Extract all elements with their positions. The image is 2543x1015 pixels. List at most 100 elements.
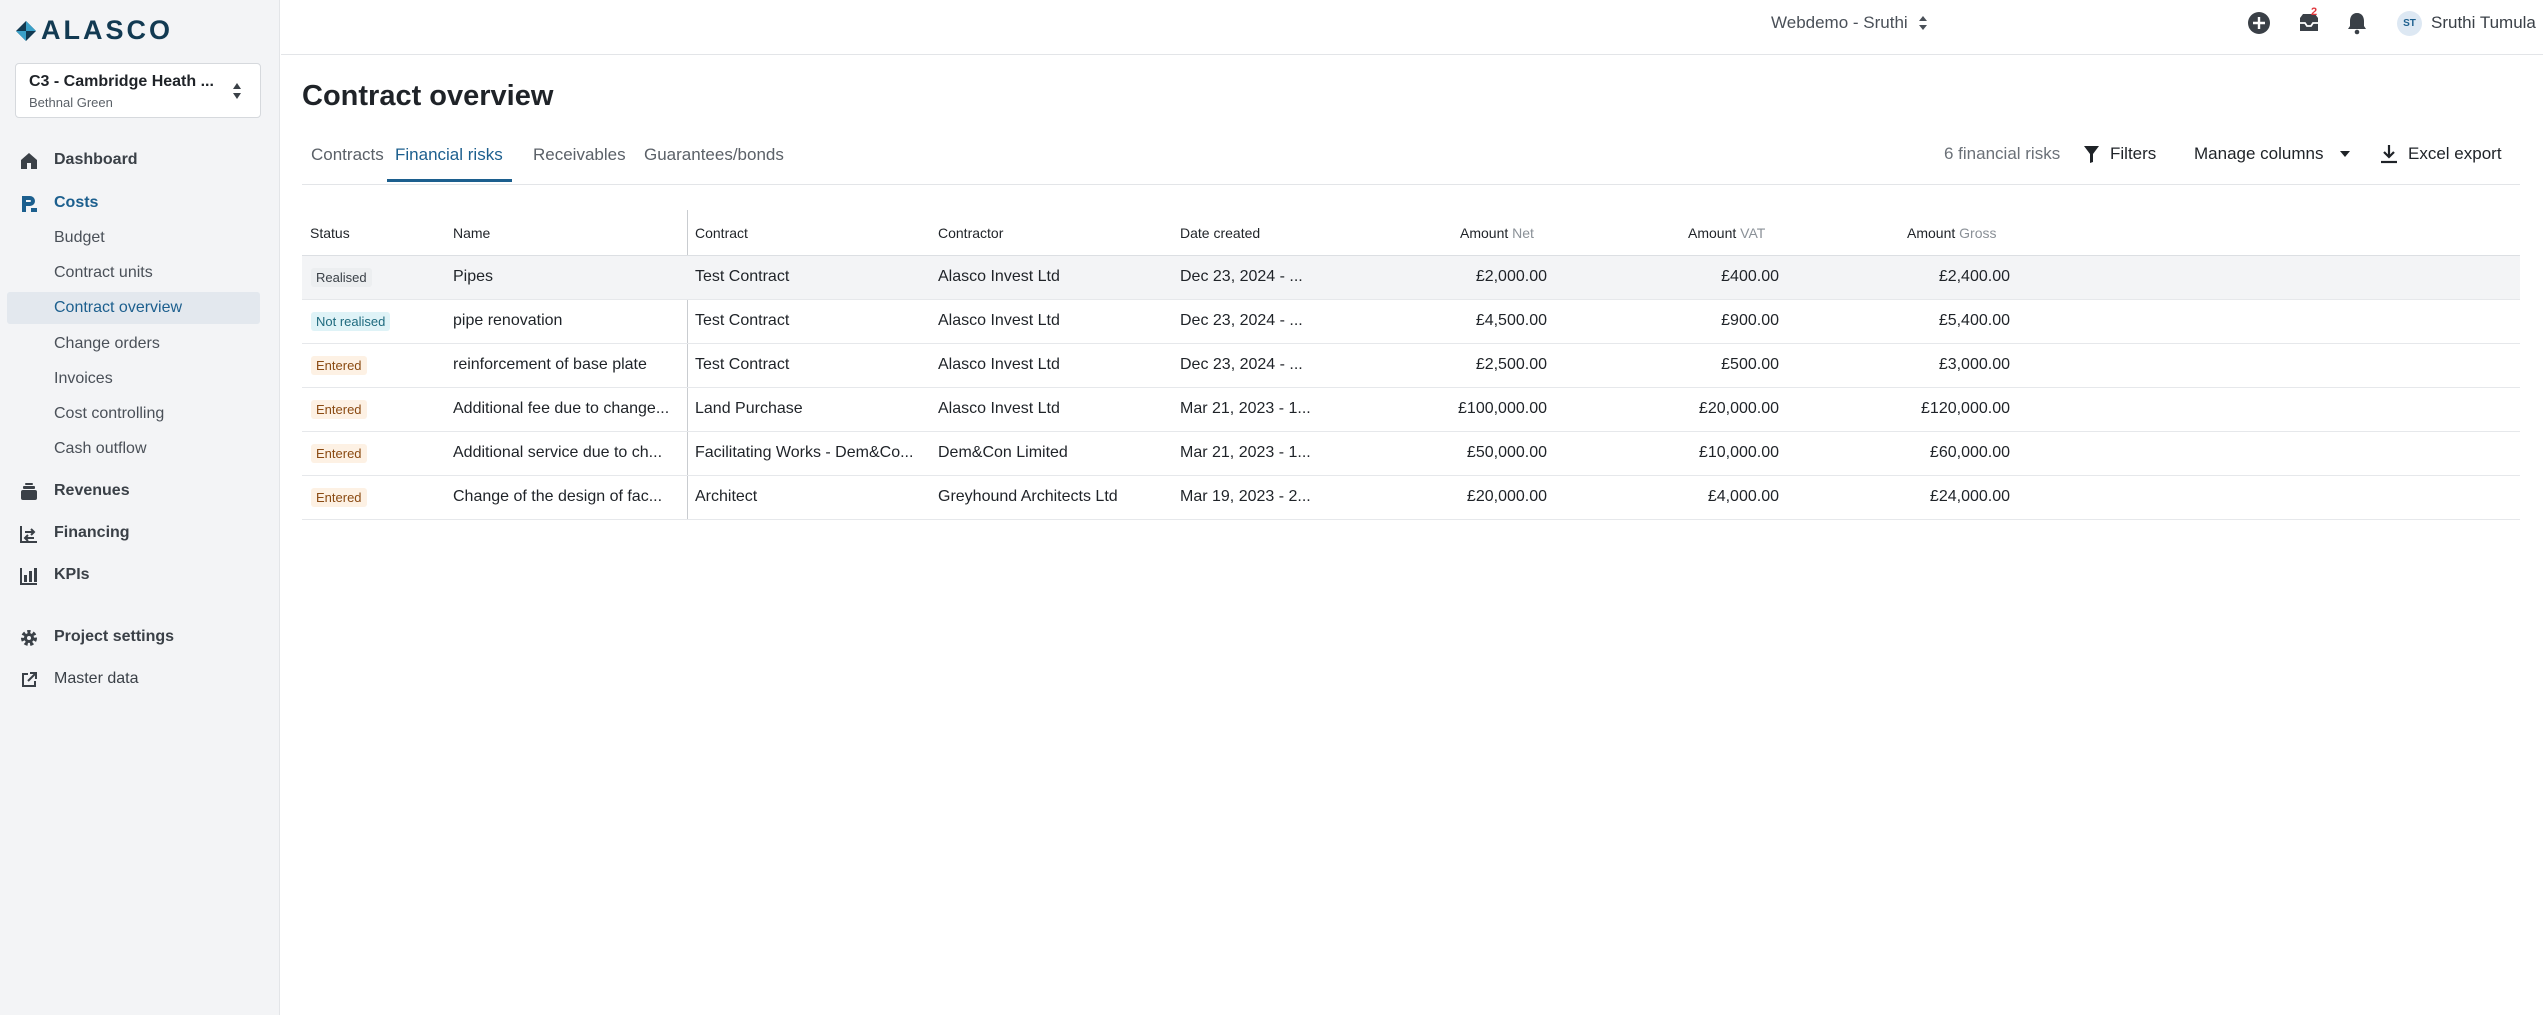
nav-kpis-label: KPIs xyxy=(54,566,90,583)
header-date-created[interactable]: Date created xyxy=(1180,225,1260,241)
amount-net-cell: £2,500.00 xyxy=(1475,356,1547,373)
add-circle-icon[interactable] xyxy=(2246,10,2272,36)
table-row[interactable]: Entered Change of the design of fac... A… xyxy=(302,476,2520,520)
tab-guarantees-bonds[interactable]: Guarantees/bonds xyxy=(644,145,784,179)
date-created-cell: Dec 23, 2024 - ... xyxy=(1180,356,1303,373)
contractor-cell: Alasco Invest Ltd xyxy=(938,268,1060,285)
amount-net-cell: £2,000.00 xyxy=(1475,268,1547,285)
header-amount-vat[interactable]: Amount VAT xyxy=(1688,225,1765,241)
nav-project-settings-label: Project settings xyxy=(54,628,175,645)
project-name: C3 - Cambridge Heath ... xyxy=(29,73,214,90)
header-amount-vat-unit: VAT xyxy=(1740,225,1766,241)
filter-icon xyxy=(2084,145,2099,163)
manage-columns-label: Manage columns xyxy=(2194,144,2324,163)
nav-budget[interactable]: Budget xyxy=(7,222,260,254)
nav-costs-label: Costs xyxy=(54,194,99,211)
amount-net-cell: £50,000.00 xyxy=(1466,444,1547,461)
nav-kpis[interactable]: KPIs xyxy=(0,558,280,592)
workspace-selector[interactable]: Webdemo - Sruthi xyxy=(1771,13,1928,33)
header-status[interactable]: Status xyxy=(310,225,350,241)
risk-name: Change of the design of fac... xyxy=(453,488,663,505)
risk-name: reinforcement of base plate xyxy=(453,356,647,373)
tab-contracts[interactable]: Contracts xyxy=(311,145,384,179)
nav-cash-outflow[interactable]: Cash outflow xyxy=(7,433,260,465)
inbox-icon[interactable] xyxy=(2296,10,2322,36)
amount-vat-cell: £4,000.00 xyxy=(1707,488,1779,505)
download-icon xyxy=(2381,145,2397,164)
amount-gross-cell: £2,400.00 xyxy=(1938,268,2010,285)
page-title: Contract overview xyxy=(302,80,554,112)
filters-label: Filters xyxy=(2110,144,2157,163)
nav-cost-controlling[interactable]: Cost controlling xyxy=(7,398,260,430)
date-created-cell: Dec 23, 2024 - ... xyxy=(1180,312,1303,329)
amount-gross-cell: £3,000.00 xyxy=(1938,356,2010,373)
status-badge: Entered xyxy=(311,356,367,375)
contractor-cell: Dem&Con Limited xyxy=(938,444,1068,461)
table-row[interactable]: Entered Additional fee due to change... … xyxy=(302,388,2520,432)
avatar[interactable]: ST xyxy=(2397,11,2422,36)
tab-financial-risks[interactable]: Financial risks xyxy=(387,145,512,182)
header-contract[interactable]: Contract xyxy=(695,225,748,241)
filters-button[interactable]: Filters xyxy=(2083,141,2156,167)
bell-icon[interactable] xyxy=(2344,10,2370,36)
nav-invoices[interactable]: Invoices xyxy=(7,363,260,395)
sidebar: ALASCO C3 - Cambridge Heath ... Bethnal … xyxy=(0,0,280,1015)
table-row[interactable]: Realised Pipes Test Contract Alasco Inve… xyxy=(302,256,2520,300)
contractor-cell: Alasco Invest Ltd xyxy=(938,312,1060,329)
table-row[interactable]: Entered reinforcement of base plate Test… xyxy=(302,344,2520,388)
nav-master-data[interactable]: Master data xyxy=(0,662,280,696)
nav-contract-units[interactable]: Contract units xyxy=(7,257,260,289)
tab-bar: Contracts Financial risks Receivables Gu… xyxy=(302,137,2520,185)
nav-financing-label: Financing xyxy=(54,524,130,541)
header-contractor[interactable]: Contractor xyxy=(938,225,1003,241)
nav-budget-label: Budget xyxy=(54,229,105,246)
financing-icon xyxy=(20,526,37,543)
nav-dashboard[interactable]: Dashboard xyxy=(0,143,280,177)
table-row[interactable]: Not realised pipe renovation Test Contra… xyxy=(302,300,2520,344)
excel-export-label: Excel export xyxy=(2408,144,2502,163)
costs-icon xyxy=(22,196,37,212)
header-amount-gross-unit: Gross xyxy=(1959,225,1997,241)
date-created-cell: Mar 21, 2023 - 1... xyxy=(1180,444,1311,461)
manage-columns-button[interactable]: Manage columns xyxy=(2194,141,2351,167)
amount-gross-cell: £5,400.00 xyxy=(1938,312,2010,329)
status-badge: Entered xyxy=(311,488,367,507)
topbar xyxy=(281,0,2543,55)
excel-export-button[interactable]: Excel export xyxy=(2380,141,2502,167)
date-created-cell: Mar 21, 2023 - 1... xyxy=(1180,400,1311,417)
header-amount-net[interactable]: Amount Net xyxy=(1460,225,1534,241)
amount-net-cell: £100,000.00 xyxy=(1458,400,1547,417)
date-created-cell: Mar 19, 2023 - 2... xyxy=(1180,488,1311,505)
nav-change-orders[interactable]: Change orders xyxy=(7,328,260,360)
nav-contract-overview-label: Contract overview xyxy=(54,299,183,316)
status-badge: Realised xyxy=(311,268,372,287)
header-amount-net-unit: Net xyxy=(1512,225,1534,241)
contract-cell: Test Contract xyxy=(695,356,790,373)
nav-financing[interactable]: Financing xyxy=(0,516,280,550)
nav-contract-overview[interactable]: Contract overview xyxy=(7,292,260,324)
risk-name: Pipes xyxy=(453,268,494,285)
header-name[interactable]: Name xyxy=(453,225,490,241)
header-amount-gross[interactable]: Amount Gross xyxy=(1907,225,1996,241)
tab-receivables[interactable]: Receivables xyxy=(533,145,626,179)
nav-revenues[interactable]: Revenues xyxy=(0,474,280,508)
contractor-cell: Alasco Invest Ltd xyxy=(938,356,1060,373)
nav-project-settings[interactable]: Project settings xyxy=(0,620,280,654)
status-badge: Entered xyxy=(311,444,367,463)
user-name[interactable]: Sruthi Tumula xyxy=(2431,13,2536,33)
table-row[interactable]: Entered Additional service due to ch... … xyxy=(302,432,2520,476)
header-amount-vat-label: Amount xyxy=(1688,225,1737,241)
header-amount-gross-label: Amount xyxy=(1907,225,1956,241)
alasco-logo[interactable]: ALASCO xyxy=(15,17,173,44)
amount-vat-cell: £500.00 xyxy=(1721,356,1779,373)
nav-costs[interactable]: Costs xyxy=(0,186,280,220)
project-selector[interactable]: C3 - Cambridge Heath ... Bethnal Green xyxy=(15,63,261,118)
nav-master-data-label: Master data xyxy=(54,670,139,687)
notification-count-badge: 2 xyxy=(2311,6,2318,18)
amount-net-cell: £20,000.00 xyxy=(1466,488,1547,505)
nav-cash-outflow-label: Cash outflow xyxy=(54,440,147,457)
nav-cost-controlling-label: Cost controlling xyxy=(54,405,165,422)
financial-risks-count: 6 financial risks xyxy=(1944,144,2061,163)
chevron-up-down-icon xyxy=(233,83,241,99)
revenues-icon xyxy=(21,483,37,500)
